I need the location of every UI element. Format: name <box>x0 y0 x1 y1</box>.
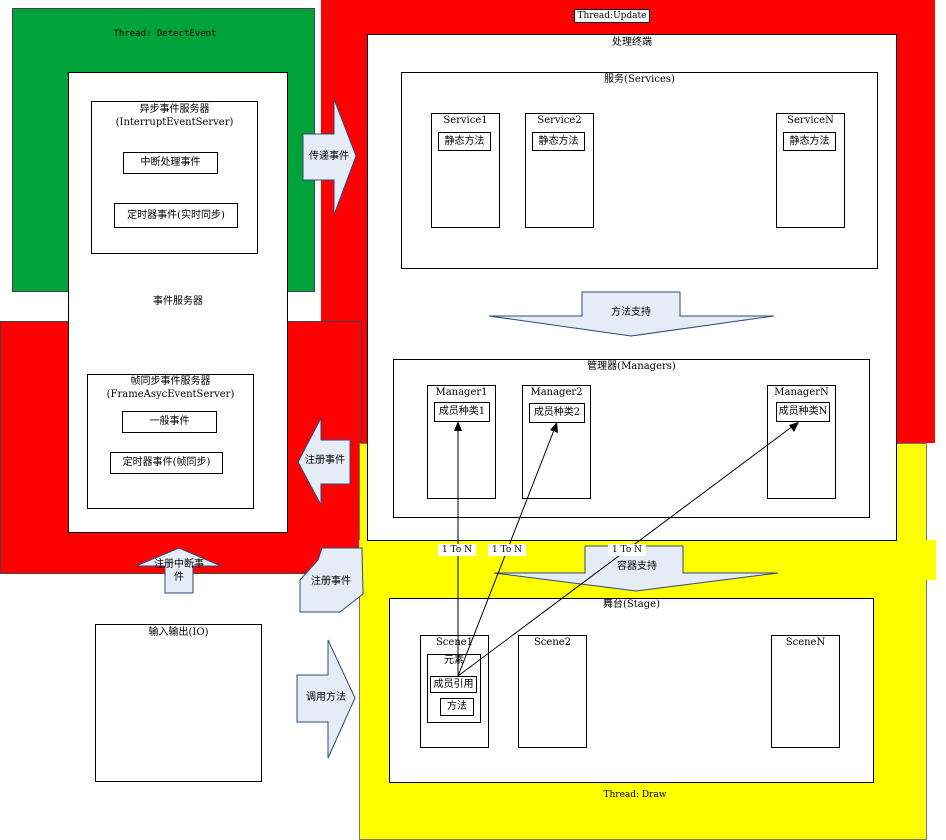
timer-event-frame-sync: 定时器事件(帧同步) <box>110 452 223 474</box>
manager1-name: Manager1 <box>435 387 488 398</box>
services-title: 服务(Services) <box>604 74 675 85</box>
one-to-n-label-2: 1 To N <box>488 544 526 556</box>
register-event-label-2: 注册事件 <box>311 576 351 587</box>
serviceN-box <box>776 113 845 228</box>
interrupt-handling-event: 中断处理事件 <box>123 152 218 174</box>
serviceN-static-method: 静态方法 <box>783 132 836 151</box>
detect-event-thread-label: Thread: DetectEvent <box>113 29 217 39</box>
element-method: 方法 <box>440 698 474 716</box>
element-title: 元素 <box>444 655 464 666</box>
frame-event-server-title: 帧同步事件服务器 <box>130 376 211 387</box>
draw-thread-label: Thread: Draw <box>603 790 667 800</box>
managerN-name: ManagerN <box>774 387 829 398</box>
processing-terminal-title: 处理终端 <box>612 37 652 48</box>
service1-name: Service1 <box>443 115 488 126</box>
call-method-label: 调用方法 <box>306 692 346 703</box>
register-event-label-1: 注册事件 <box>305 455 345 466</box>
update-thread-label: Thread:Update <box>574 9 650 23</box>
frame-event-server-subtitle: (FrameAsycEventServer) <box>106 389 235 400</box>
io-title: 输入输出(IO) <box>148 627 209 638</box>
async-event-server-subtitle: (InterruptEventServer) <box>115 117 234 128</box>
service2-static-method: 静态方法 <box>532 132 585 151</box>
scene1-name: Scene1 <box>435 637 474 648</box>
sceneN-box <box>771 635 840 748</box>
sceneN-name: SceneN <box>785 637 826 648</box>
io-box <box>95 624 262 782</box>
stage-title: 舞台(Stage) <box>603 599 660 610</box>
timer-event-realtime: 定时器事件(实时同步) <box>114 203 238 228</box>
service2-box <box>525 113 594 228</box>
service1-static-method: 静态方法 <box>438 132 491 151</box>
managers-title: 管理器(Managers) <box>587 361 676 372</box>
serviceN-name: ServiceN <box>787 115 834 126</box>
async-event-server-title: 异步事件服务器 <box>139 104 210 115</box>
manager2-name: Manager2 <box>530 387 583 398</box>
register-interrupt-label: 注册中断事件 <box>154 559 204 583</box>
scene2-name: Scene2 <box>533 637 572 648</box>
method-support-label: 方法支持 <box>611 307 651 318</box>
manager1-member-type: 成员种类1 <box>434 402 490 422</box>
container-support-label: 容器支持 <box>617 561 657 572</box>
pass-event-label: 传递事件 <box>309 151 349 162</box>
scene2-box <box>518 635 587 748</box>
event-server-title: 事件服务器 <box>153 296 203 307</box>
manager2-member-type: 成员种类2 <box>529 403 585 423</box>
one-to-n-label-3: 1 To N <box>608 544 646 556</box>
member-reference: 成员引用 <box>430 676 477 693</box>
managerN-member-type: 成员种类N <box>776 402 830 422</box>
service1-box <box>431 113 500 228</box>
general-event: 一般事件 <box>122 411 217 433</box>
one-to-n-label-1: 1 To N <box>438 544 476 556</box>
service2-name: Service2 <box>537 115 582 126</box>
